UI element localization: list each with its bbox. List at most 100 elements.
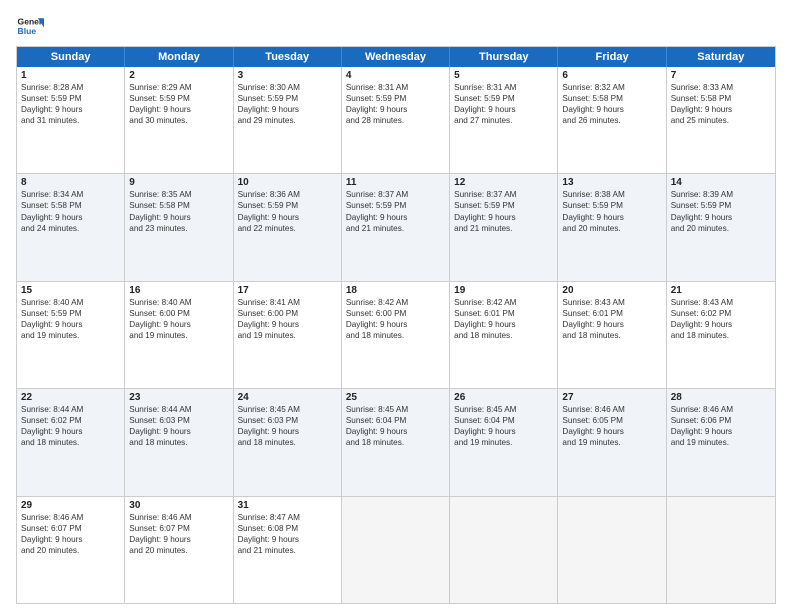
header-day-tuesday: Tuesday: [234, 47, 342, 67]
cell-line: and 18 minutes.: [21, 437, 120, 448]
cell-line: Sunset: 6:00 PM: [346, 308, 445, 319]
empty-cell: [450, 497, 558, 603]
cell-line: Daylight: 9 hours: [21, 104, 120, 115]
cell-line: Sunrise: 8:39 AM: [671, 189, 771, 200]
cell-line: Sunset: 6:03 PM: [129, 415, 228, 426]
cell-line: Daylight: 9 hours: [129, 104, 228, 115]
cell-line: and 24 minutes.: [21, 223, 120, 234]
calendar-row-4: 22Sunrise: 8:44 AMSunset: 6:02 PMDayligh…: [17, 388, 775, 495]
cell-line: Sunset: 5:59 PM: [454, 200, 553, 211]
empty-cell: [342, 497, 450, 603]
cell-line: and 21 minutes.: [238, 545, 337, 556]
cell-line: Sunrise: 8:33 AM: [671, 82, 771, 93]
day-number: 9: [129, 177, 228, 188]
cell-line: Sunset: 5:59 PM: [454, 93, 553, 104]
cell-line: and 18 minutes.: [671, 330, 771, 341]
cell-line: Daylight: 9 hours: [562, 319, 661, 330]
cell-line: and 18 minutes.: [238, 437, 337, 448]
cell-line: and 18 minutes.: [346, 330, 445, 341]
day-number: 18: [346, 285, 445, 296]
cell-line: Sunset: 5:59 PM: [346, 93, 445, 104]
cell-line: Daylight: 9 hours: [346, 426, 445, 437]
cell-line: Sunrise: 8:36 AM: [238, 189, 337, 200]
day-number: 23: [129, 392, 228, 403]
cell-line: Daylight: 9 hours: [129, 534, 228, 545]
cell-line: Sunset: 6:02 PM: [21, 415, 120, 426]
cell-line: Sunrise: 8:42 AM: [454, 297, 553, 308]
svg-text:Blue: Blue: [18, 26, 37, 36]
cell-line: Daylight: 9 hours: [238, 212, 337, 223]
day-cell-29: 29Sunrise: 8:46 AMSunset: 6:07 PMDayligh…: [17, 497, 125, 603]
cell-line: Sunset: 6:04 PM: [346, 415, 445, 426]
cell-line: Daylight: 9 hours: [346, 319, 445, 330]
day-number: 5: [454, 70, 553, 81]
cell-line: Sunset: 5:59 PM: [346, 200, 445, 211]
day-cell-25: 25Sunrise: 8:45 AMSunset: 6:04 PMDayligh…: [342, 389, 450, 495]
cell-line: Daylight: 9 hours: [129, 426, 228, 437]
cell-line: and 21 minutes.: [454, 223, 553, 234]
day-number: 13: [562, 177, 661, 188]
cell-line: Sunrise: 8:34 AM: [21, 189, 120, 200]
day-cell-13: 13Sunrise: 8:38 AMSunset: 5:59 PMDayligh…: [558, 174, 666, 280]
cell-line: and 19 minutes.: [129, 330, 228, 341]
header-day-friday: Friday: [558, 47, 666, 67]
cell-line: and 19 minutes.: [671, 437, 771, 448]
cell-line: and 18 minutes.: [346, 437, 445, 448]
cell-line: and 30 minutes.: [129, 115, 228, 126]
cell-line: and 21 minutes.: [346, 223, 445, 234]
cell-line: Daylight: 9 hours: [562, 212, 661, 223]
day-cell-11: 11Sunrise: 8:37 AMSunset: 5:59 PMDayligh…: [342, 174, 450, 280]
calendar-header: SundayMondayTuesdayWednesdayThursdayFrid…: [17, 47, 775, 67]
logo-icon: General Blue: [16, 12, 44, 40]
day-number: 26: [454, 392, 553, 403]
day-number: 30: [129, 500, 228, 511]
cell-line: Sunrise: 8:31 AM: [454, 82, 553, 93]
day-cell-27: 27Sunrise: 8:46 AMSunset: 6:05 PMDayligh…: [558, 389, 666, 495]
cell-line: Daylight: 9 hours: [238, 319, 337, 330]
cell-line: and 29 minutes.: [238, 115, 337, 126]
cell-line: Daylight: 9 hours: [129, 212, 228, 223]
day-cell-5: 5Sunrise: 8:31 AMSunset: 5:59 PMDaylight…: [450, 67, 558, 173]
cell-line: and 20 minutes.: [562, 223, 661, 234]
cell-line: Daylight: 9 hours: [238, 426, 337, 437]
cell-line: Daylight: 9 hours: [671, 104, 771, 115]
day-number: 3: [238, 70, 337, 81]
cell-line: and 25 minutes.: [671, 115, 771, 126]
day-cell-1: 1Sunrise: 8:28 AMSunset: 5:59 PMDaylight…: [17, 67, 125, 173]
day-cell-18: 18Sunrise: 8:42 AMSunset: 6:00 PMDayligh…: [342, 282, 450, 388]
cell-line: Daylight: 9 hours: [238, 534, 337, 545]
day-cell-22: 22Sunrise: 8:44 AMSunset: 6:02 PMDayligh…: [17, 389, 125, 495]
cell-line: Sunset: 5:59 PM: [21, 308, 120, 319]
calendar-body: 1Sunrise: 8:28 AMSunset: 5:59 PMDaylight…: [17, 67, 775, 603]
cell-line: Daylight: 9 hours: [454, 212, 553, 223]
cell-line: and 20 minutes.: [671, 223, 771, 234]
day-cell-19: 19Sunrise: 8:42 AMSunset: 6:01 PMDayligh…: [450, 282, 558, 388]
cell-line: and 19 minutes.: [238, 330, 337, 341]
day-cell-26: 26Sunrise: 8:45 AMSunset: 6:04 PMDayligh…: [450, 389, 558, 495]
cell-line: Sunrise: 8:35 AM: [129, 189, 228, 200]
cell-line: Sunset: 5:58 PM: [129, 200, 228, 211]
cell-line: Sunrise: 8:40 AM: [21, 297, 120, 308]
day-number: 12: [454, 177, 553, 188]
day-cell-14: 14Sunrise: 8:39 AMSunset: 5:59 PMDayligh…: [667, 174, 775, 280]
header-day-wednesday: Wednesday: [342, 47, 450, 67]
cell-line: Daylight: 9 hours: [454, 104, 553, 115]
cell-line: and 20 minutes.: [129, 545, 228, 556]
cell-line: Sunset: 5:59 PM: [671, 200, 771, 211]
cell-line: Daylight: 9 hours: [21, 319, 120, 330]
day-number: 4: [346, 70, 445, 81]
cell-line: and 31 minutes.: [21, 115, 120, 126]
day-number: 2: [129, 70, 228, 81]
cell-line: Sunrise: 8:42 AM: [346, 297, 445, 308]
cell-line: Sunrise: 8:46 AM: [671, 404, 771, 415]
cell-line: Sunset: 6:00 PM: [129, 308, 228, 319]
cell-line: Sunrise: 8:46 AM: [21, 512, 120, 523]
day-cell-8: 8Sunrise: 8:34 AMSunset: 5:58 PMDaylight…: [17, 174, 125, 280]
day-number: 6: [562, 70, 661, 81]
day-number: 17: [238, 285, 337, 296]
cell-line: Sunset: 5:59 PM: [238, 200, 337, 211]
cell-line: Daylight: 9 hours: [21, 426, 120, 437]
cell-line: Sunset: 5:59 PM: [129, 93, 228, 104]
cell-line: Sunset: 6:08 PM: [238, 523, 337, 534]
cell-line: Sunrise: 8:43 AM: [671, 297, 771, 308]
